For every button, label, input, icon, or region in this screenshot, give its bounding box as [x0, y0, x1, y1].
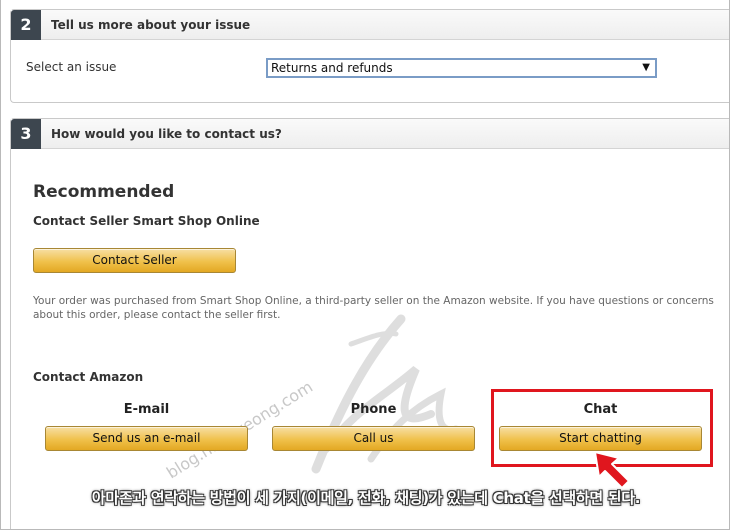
call-us-button[interactable]: Call us	[272, 426, 475, 451]
issue-section: 2 Tell us more about your issue Select a…	[10, 9, 729, 103]
dropdown-arrow-icon: ▼	[642, 62, 650, 73]
annotation-caption: 아마존과 연락하는 방법이 세 가지(이메일, 전화, 채팅)가 있는데 Cha…	[91, 489, 641, 507]
step-number-2: 2	[11, 10, 41, 40]
send-email-button[interactable]: Send us an e-mail	[45, 426, 248, 451]
seller-info-text: Your order was purchased from Smart Shop…	[33, 295, 714, 321]
red-arrow-icon	[594, 451, 630, 489]
email-heading: E-mail	[123, 402, 170, 417]
recommended-heading: Recommended	[33, 182, 175, 202]
contact-amazon-heading: Contact Amazon	[33, 370, 144, 384]
issue-section-title: Tell us more about your issue	[51, 18, 251, 32]
page-frame: 2 Tell us more about your issue Select a…	[0, 0, 730, 530]
watermark-logo: blog.hangyeong.com	[163, 314, 460, 482]
issue-select-value: Returns and refunds	[271, 61, 393, 75]
issue-select[interactable]: Returns and refunds ▼	[266, 58, 657, 78]
contact-seller-button[interactable]: Contact Seller	[33, 248, 236, 273]
contact-section-title: How would you like to contact us?	[51, 127, 282, 141]
seller-title: Contact Seller Smart Shop Online	[33, 214, 260, 228]
contact-section-header: 3 How would you like to contact us?	[11, 119, 729, 149]
phone-heading: Phone	[350, 402, 397, 417]
select-issue-label: Select an issue	[26, 60, 117, 74]
step-number-3: 3	[11, 119, 41, 149]
issue-section-header: 2 Tell us more about your issue	[11, 10, 729, 40]
